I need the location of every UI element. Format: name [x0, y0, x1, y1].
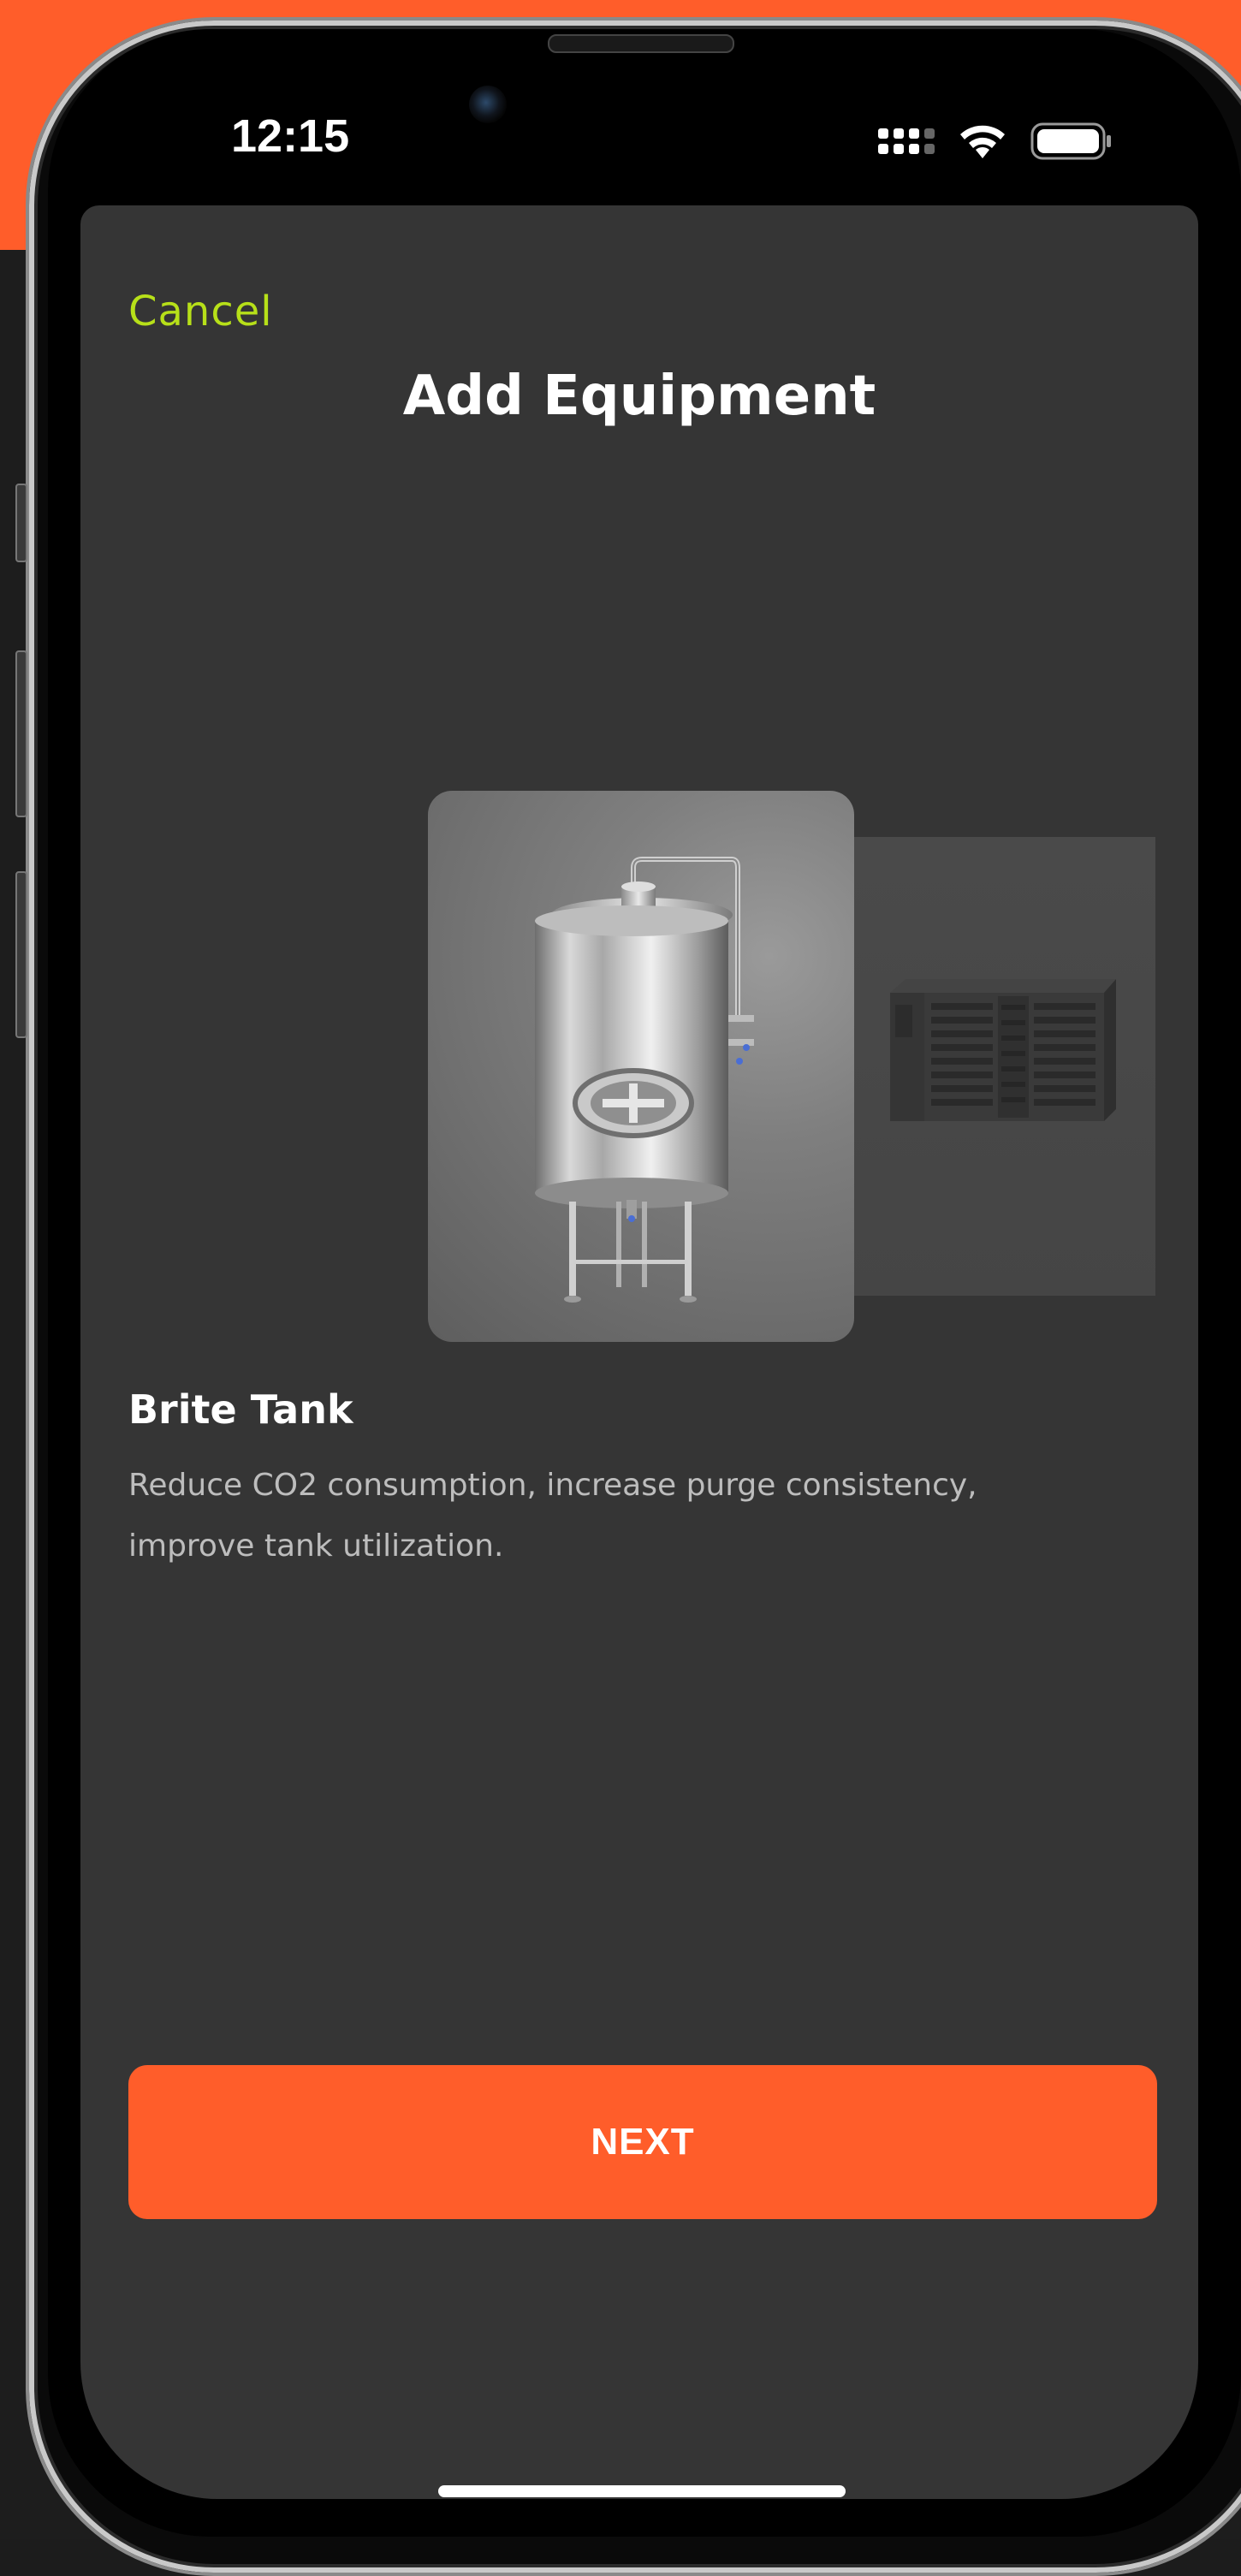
page-title: Add Equipment — [402, 365, 876, 428]
phone-volume-up-button — [15, 650, 27, 817]
home-indicator[interactable] — [438, 2485, 846, 2497]
phone-silent-switch — [15, 484, 27, 562]
equipment-card-brite-tank[interactable] — [428, 791, 854, 1342]
brite-tank-icon — [535, 857, 754, 1303]
phone-speaker-grille — [548, 34, 734, 53]
add-equipment-sheet: Cancel Add Equipment Brite Tank Reduce C… — [80, 205, 1198, 2499]
cancel-button[interactable]: Cancel — [128, 288, 273, 335]
equipment-carousel[interactable] — [80, 753, 1198, 1342]
equipment-description: Reduce CO2 consumption, increase purge c… — [128, 1468, 977, 1564]
equipment-card-next[interactable] — [854, 837, 1155, 1296]
cellular-signal-icon — [878, 128, 935, 154]
equipment-name: Brite Tank — [128, 1386, 353, 1433]
next-button[interactable]: NEXT — [128, 2065, 1157, 2219]
front-camera-icon — [469, 86, 507, 123]
condensing-unit-icon — [890, 979, 1116, 1121]
phone-volume-down-button — [15, 871, 27, 1038]
battery-icon — [1030, 122, 1113, 161]
status-time: 12:15 — [231, 110, 350, 162]
wifi-icon — [957, 122, 1008, 160]
status-icons — [878, 120, 1113, 163]
